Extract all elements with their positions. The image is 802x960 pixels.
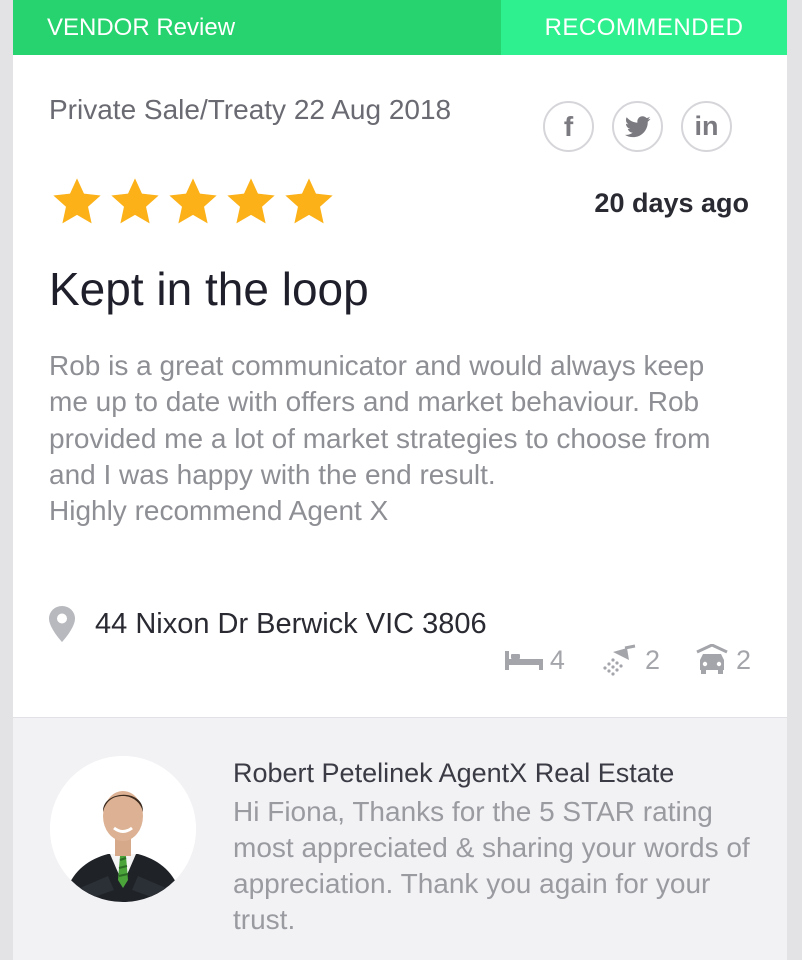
facebook-icon: f [563, 110, 574, 142]
property-features: 4 2 2 [470, 644, 751, 676]
star-icon [169, 178, 217, 224]
reply-author: Robert Petelinek AgentX Real Estate [233, 758, 675, 788]
review-text: Rob is a great communicator and would al… [49, 350, 711, 490]
review-body: Rob is a great communicator and would al… [49, 348, 739, 529]
bed-icon [504, 651, 543, 670]
address-text: 44 Nixon Dr Berwick VIC 3806 [95, 607, 487, 640]
social-share-buttons: f in [543, 101, 732, 152]
posted-time: 20 days ago [594, 188, 749, 218]
recommended-badge: RECOMMENDED [501, 0, 787, 55]
review-type-label: VENDOR Review [13, 0, 501, 55]
bedrooms-feature: 4 [504, 645, 565, 676]
agent-reply: Robert Petelinek AgentX Real Estate Hi F… [13, 717, 787, 960]
shower-icon [603, 644, 636, 676]
agent-avatar [50, 756, 196, 902]
twitter-share-button[interactable] [612, 101, 663, 152]
star-icon [53, 178, 101, 224]
twitter-icon [624, 115, 651, 137]
bedrooms-count: 4 [549, 644, 565, 675]
bathrooms-count: 2 [644, 644, 660, 675]
location-pin-icon [49, 606, 75, 642]
star-icon [285, 178, 333, 224]
reply-text: Hi Fiona, Thanks for the 5 STAR rating m… [233, 796, 750, 935]
star-icon [227, 178, 275, 224]
bathrooms-feature: 2 [599, 644, 660, 676]
star-icon [111, 178, 159, 224]
linkedin-icon: in [694, 111, 719, 141]
sale-info: Private Sale/Treaty 22 Aug 2018 [49, 94, 452, 125]
linkedin-share-button[interactable]: in [681, 101, 732, 152]
facebook-share-button[interactable]: f [543, 101, 594, 152]
property-address: 44 Nixon Dr Berwick VIC 3806 [49, 606, 487, 642]
review-title: Kept in the loop [49, 263, 369, 315]
star-rating [49, 175, 337, 229]
parking-feature: 2 [694, 644, 751, 676]
parking-count: 2 [735, 644, 751, 675]
review-header: VENDOR Review RECOMMENDED [13, 0, 787, 55]
review-closing: Highly recommend Agent X [49, 495, 389, 527]
review-card: VENDOR Review RECOMMENDED Private Sale/T… [13, 0, 787, 960]
car-icon [696, 644, 728, 674]
